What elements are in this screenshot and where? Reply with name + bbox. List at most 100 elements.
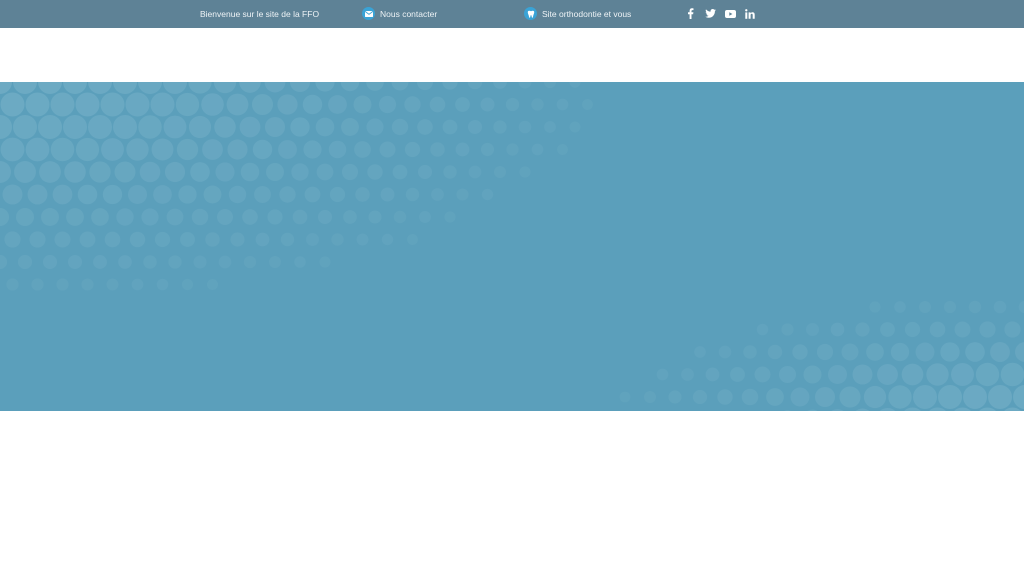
halftone-dot	[39, 161, 61, 183]
halftone-dot	[442, 119, 458, 135]
halftone-dot	[163, 115, 187, 139]
header-area	[0, 28, 1024, 82]
halftone-dot	[17, 254, 33, 270]
halftone-dot	[717, 389, 733, 405]
halftone-dot	[27, 184, 48, 205]
halftone-dot	[206, 278, 219, 291]
halftone-dot	[505, 97, 520, 112]
halftone-dot	[0, 254, 8, 270]
facebook-icon[interactable]	[684, 7, 696, 20]
halftone-dot	[619, 391, 631, 403]
halftone-dot	[888, 385, 912, 409]
halftone-dot	[228, 185, 247, 204]
halftone-dot	[979, 321, 996, 338]
halftone-dot	[353, 95, 372, 114]
contact-link[interactable]: Nous contacter	[362, 7, 437, 20]
youtube-icon[interactable]	[724, 7, 736, 20]
page-content	[0, 411, 1024, 576]
halftone-dot	[153, 185, 172, 204]
linkedin-icon[interactable]	[744, 7, 756, 20]
halftone-dot	[127, 184, 148, 205]
halftone-dot	[839, 386, 861, 408]
halftone-dot	[294, 256, 306, 268]
halftone-dot	[151, 138, 174, 161]
halftone-dot	[319, 256, 331, 268]
halftone-dot	[315, 82, 335, 92]
halftone-dot	[141, 208, 159, 226]
halftone-dot	[188, 115, 212, 139]
halftone-dot	[694, 346, 706, 358]
halftone-dot	[279, 186, 296, 203]
halftone-dot	[88, 82, 112, 94]
halftone-dot	[940, 342, 960, 362]
halftone-dot	[417, 119, 433, 135]
halftone-dot	[4, 231, 21, 248]
halftone-dot	[341, 118, 359, 136]
twitter-icon[interactable]	[704, 7, 716, 20]
halftone-dot	[877, 364, 898, 385]
halftone-dot	[252, 139, 273, 160]
halftone-dot	[255, 232, 270, 247]
halftone-dot	[93, 255, 107, 269]
halftone-dot	[790, 387, 810, 407]
halftone-dot	[743, 345, 757, 359]
halftone-dot	[42, 254, 58, 270]
halftone-dot	[778, 365, 797, 384]
halftone-dot	[805, 322, 820, 337]
halftone-dot	[91, 208, 109, 226]
halftone-dot	[269, 256, 281, 268]
halftone-dot	[405, 187, 420, 202]
halftone-dot	[50, 137, 75, 162]
halftone-dot	[442, 82, 458, 90]
halftone-dot	[278, 140, 297, 159]
site-label: Site orthodontie et vous	[542, 8, 632, 19]
halftone-dot	[106, 278, 119, 291]
halftone-dot	[754, 366, 771, 383]
halftone-dot	[493, 165, 507, 179]
site-orthodontie-link[interactable]: Site orthodontie et vous	[524, 7, 631, 20]
halftone-dot	[251, 93, 274, 116]
halftone-dot	[692, 389, 708, 405]
halftone-dot	[354, 141, 371, 158]
halftone-dot	[102, 184, 123, 205]
halftone-dot	[166, 208, 184, 226]
halftone-dot	[904, 321, 921, 338]
halftone-dot	[444, 211, 456, 223]
halftone-dot	[38, 82, 62, 94]
halftone-dot	[481, 188, 494, 201]
contact-label: Nous contacter	[380, 8, 438, 19]
halftone-dot	[467, 82, 483, 90]
halftone-dot	[493, 82, 507, 89]
halftone-dot	[855, 322, 870, 337]
halftone-dot	[557, 144, 568, 155]
halftone-dot	[13, 115, 37, 139]
halftone-dot	[705, 367, 720, 382]
halftone-dot	[77, 184, 98, 205]
tooth-icon	[524, 7, 537, 20]
halftone-dot	[518, 82, 532, 89]
halftone-dot	[181, 278, 194, 291]
halftone-dot-pattern	[0, 82, 1024, 411]
halftone-dot	[131, 278, 144, 291]
halftone-dot	[191, 208, 209, 226]
halftone-dot	[0, 207, 10, 227]
halftone-dot	[203, 185, 222, 204]
halftone-dot	[239, 116, 261, 138]
hero-banner	[0, 82, 1024, 411]
halftone-dot	[163, 82, 187, 94]
halftone-dot	[1000, 362, 1024, 387]
halftone-dot	[480, 97, 495, 112]
halftone-dot	[6, 278, 19, 291]
halftone-dot	[230, 232, 245, 247]
halftone-dot	[264, 116, 286, 138]
halftone-dot	[381, 233, 394, 246]
halftone-dot	[543, 82, 557, 89]
halftone-dot	[292, 209, 308, 225]
halftone-dot	[315, 117, 335, 137]
halftone-dot	[2, 184, 23, 205]
halftone-dot	[118, 255, 132, 269]
halftone-dot	[15, 207, 35, 227]
halftone-dot	[419, 211, 431, 223]
halftone-dot	[582, 99, 593, 110]
halftone-dot	[264, 82, 286, 93]
